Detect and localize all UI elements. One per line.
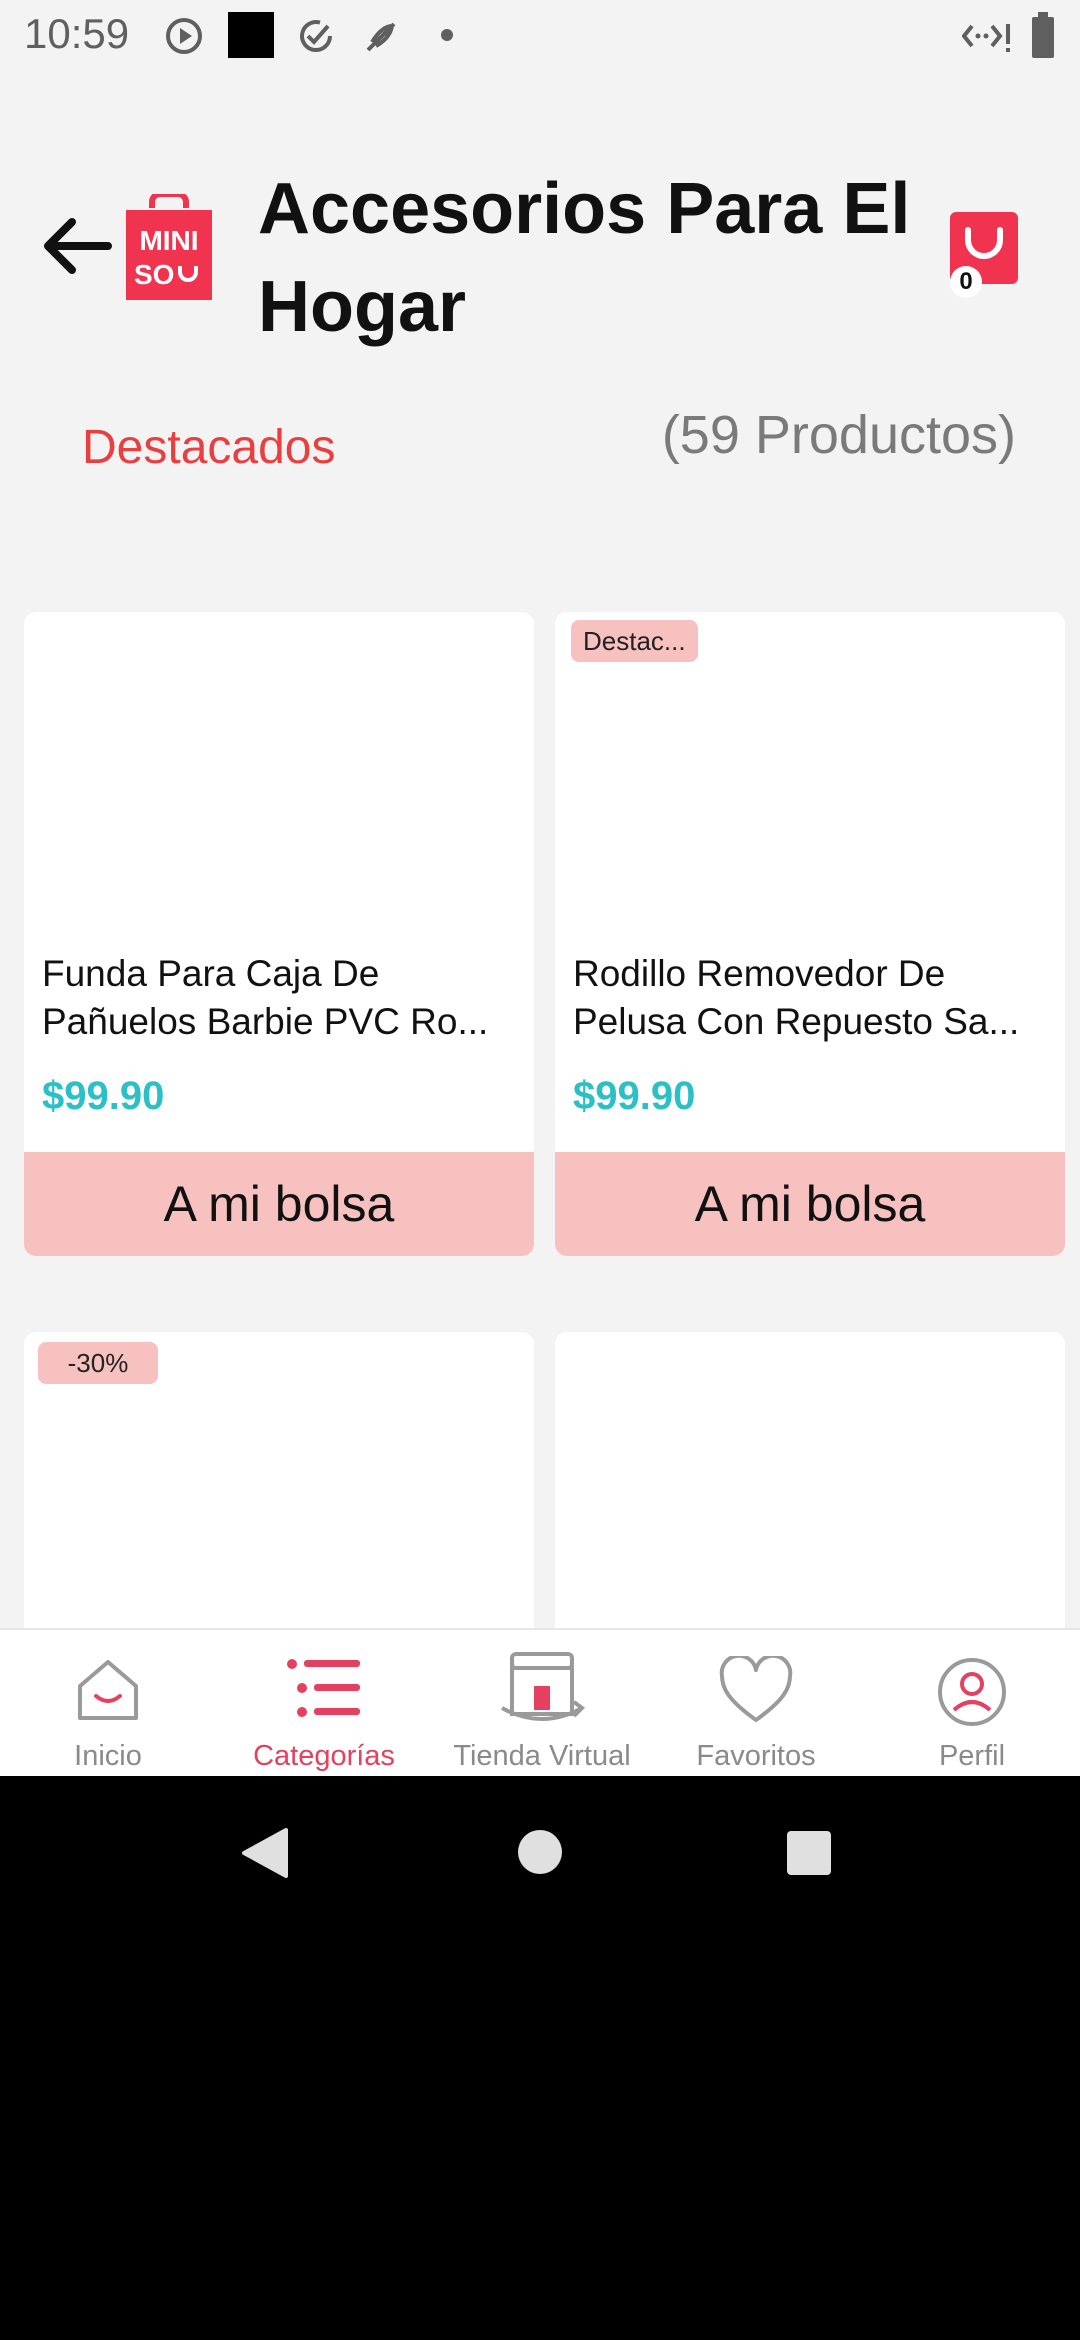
black-square-icon: [228, 12, 274, 58]
nav-item-perfil[interactable]: Perfil: [904, 1630, 1040, 1776]
dot-icon: [441, 29, 453, 41]
list-icon: [287, 1659, 360, 1717]
home-icon: [78, 1660, 138, 1720]
app-screen: 10:59 MINI SO Accesorios Para El Hogar 0…: [0, 0, 1080, 1776]
page-title: Accesorios Para El Hogar: [258, 160, 918, 356]
product-price: $99.90: [573, 1074, 696, 1118]
nav-label: Categorías: [253, 1740, 395, 1772]
add-to-bag-button[interactable]: A mi bolsa: [24, 1152, 534, 1256]
battery-icon: [1032, 12, 1054, 58]
network-icon: [962, 24, 1010, 52]
featured-badge: Destac...: [571, 620, 698, 662]
store-icon: [501, 1652, 586, 1721]
nav-item-inicio[interactable]: Inicio: [36, 1630, 180, 1776]
logo-text-line1: MINI: [139, 225, 198, 256]
status-time: 10:59: [24, 10, 130, 57]
user-profile-icon: [938, 1658, 1006, 1726]
page-title-line1: Accesorios Para El: [258, 169, 911, 249]
product-card[interactable]: Destac... Rodillo Removedor De Pelusa Co…: [555, 612, 1065, 1256]
back-arrow-icon[interactable]: [38, 206, 118, 286]
nav-item-categorias[interactable]: Categorías: [240, 1630, 408, 1776]
sort-dropdown[interactable]: Destacados: [82, 420, 335, 475]
system-nav-bar: [0, 1776, 1080, 1916]
nav-label: Perfil: [938, 1740, 1006, 1772]
recents-square-icon[interactable]: [786, 1830, 832, 1876]
leaf-icon: [366, 22, 396, 52]
bottom-nav: Inicio Categorías Tienda Virtual Favorit…: [0, 1628, 1080, 1776]
discount-badge: -30%: [38, 1342, 158, 1384]
home-circle-icon[interactable]: [516, 1828, 564, 1876]
back-triangle-icon[interactable]: [240, 1826, 290, 1880]
product-card[interactable]: Funda Para Caja De Pañuelos Barbie PVC R…: [24, 612, 534, 1256]
product-name: Funda Para Caja De Pañuelos Barbie PVC R…: [42, 953, 489, 1042]
check-circle-icon: [300, 20, 332, 52]
play-circle-icon: [166, 18, 202, 54]
nav-item-favoritos[interactable]: Favoritos: [680, 1630, 832, 1776]
page-title-line2: Hogar: [258, 267, 467, 347]
nav-item-tienda-virtual[interactable]: Tienda Virtual: [444, 1630, 640, 1776]
nav-label: Tienda Virtual: [453, 1740, 631, 1772]
heart-icon: [719, 1656, 793, 1722]
status-bar: 10:59: [0, 0, 1080, 72]
cart-count-badge: 0: [950, 266, 982, 298]
product-name: Rodillo Removedor De Pelusa Con Repuesto…: [573, 953, 1020, 1042]
logo-text-line2: SO: [134, 259, 174, 290]
nav-label: Favoritos: [696, 1740, 816, 1772]
nav-label: Inicio: [74, 1740, 142, 1772]
product-count: (59 Productos): [661, 405, 1016, 465]
miniso-logo: MINI SO: [126, 191, 212, 300]
add-to-bag-button[interactable]: A mi bolsa: [555, 1152, 1065, 1256]
product-price: $99.90: [42, 1074, 165, 1118]
